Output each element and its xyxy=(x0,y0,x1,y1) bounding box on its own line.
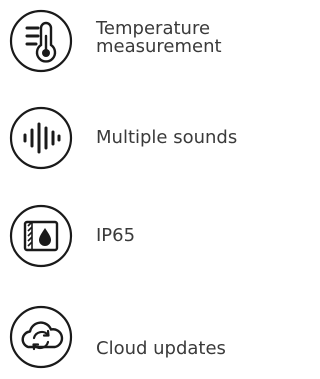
cloud-sync-icon xyxy=(8,302,78,372)
feature-label: Multiple sounds xyxy=(96,127,238,148)
feature-label-line2: measurement xyxy=(96,36,222,57)
feature-cloud-updates: Cloud updates xyxy=(0,302,258,372)
feature-sounds: Multiple sounds xyxy=(0,103,258,173)
feature-label: Temperature measurement xyxy=(96,20,222,56)
feature-label: Cloud updates xyxy=(96,338,226,359)
feature-label: IP65 xyxy=(96,225,136,246)
sound-waves-icon xyxy=(8,103,78,173)
water-drop-icon xyxy=(8,201,78,271)
thermometer-icon xyxy=(8,6,78,76)
feature-ip65: IP65 xyxy=(0,201,258,271)
feature-temperature: Temperature measurement xyxy=(0,6,258,76)
